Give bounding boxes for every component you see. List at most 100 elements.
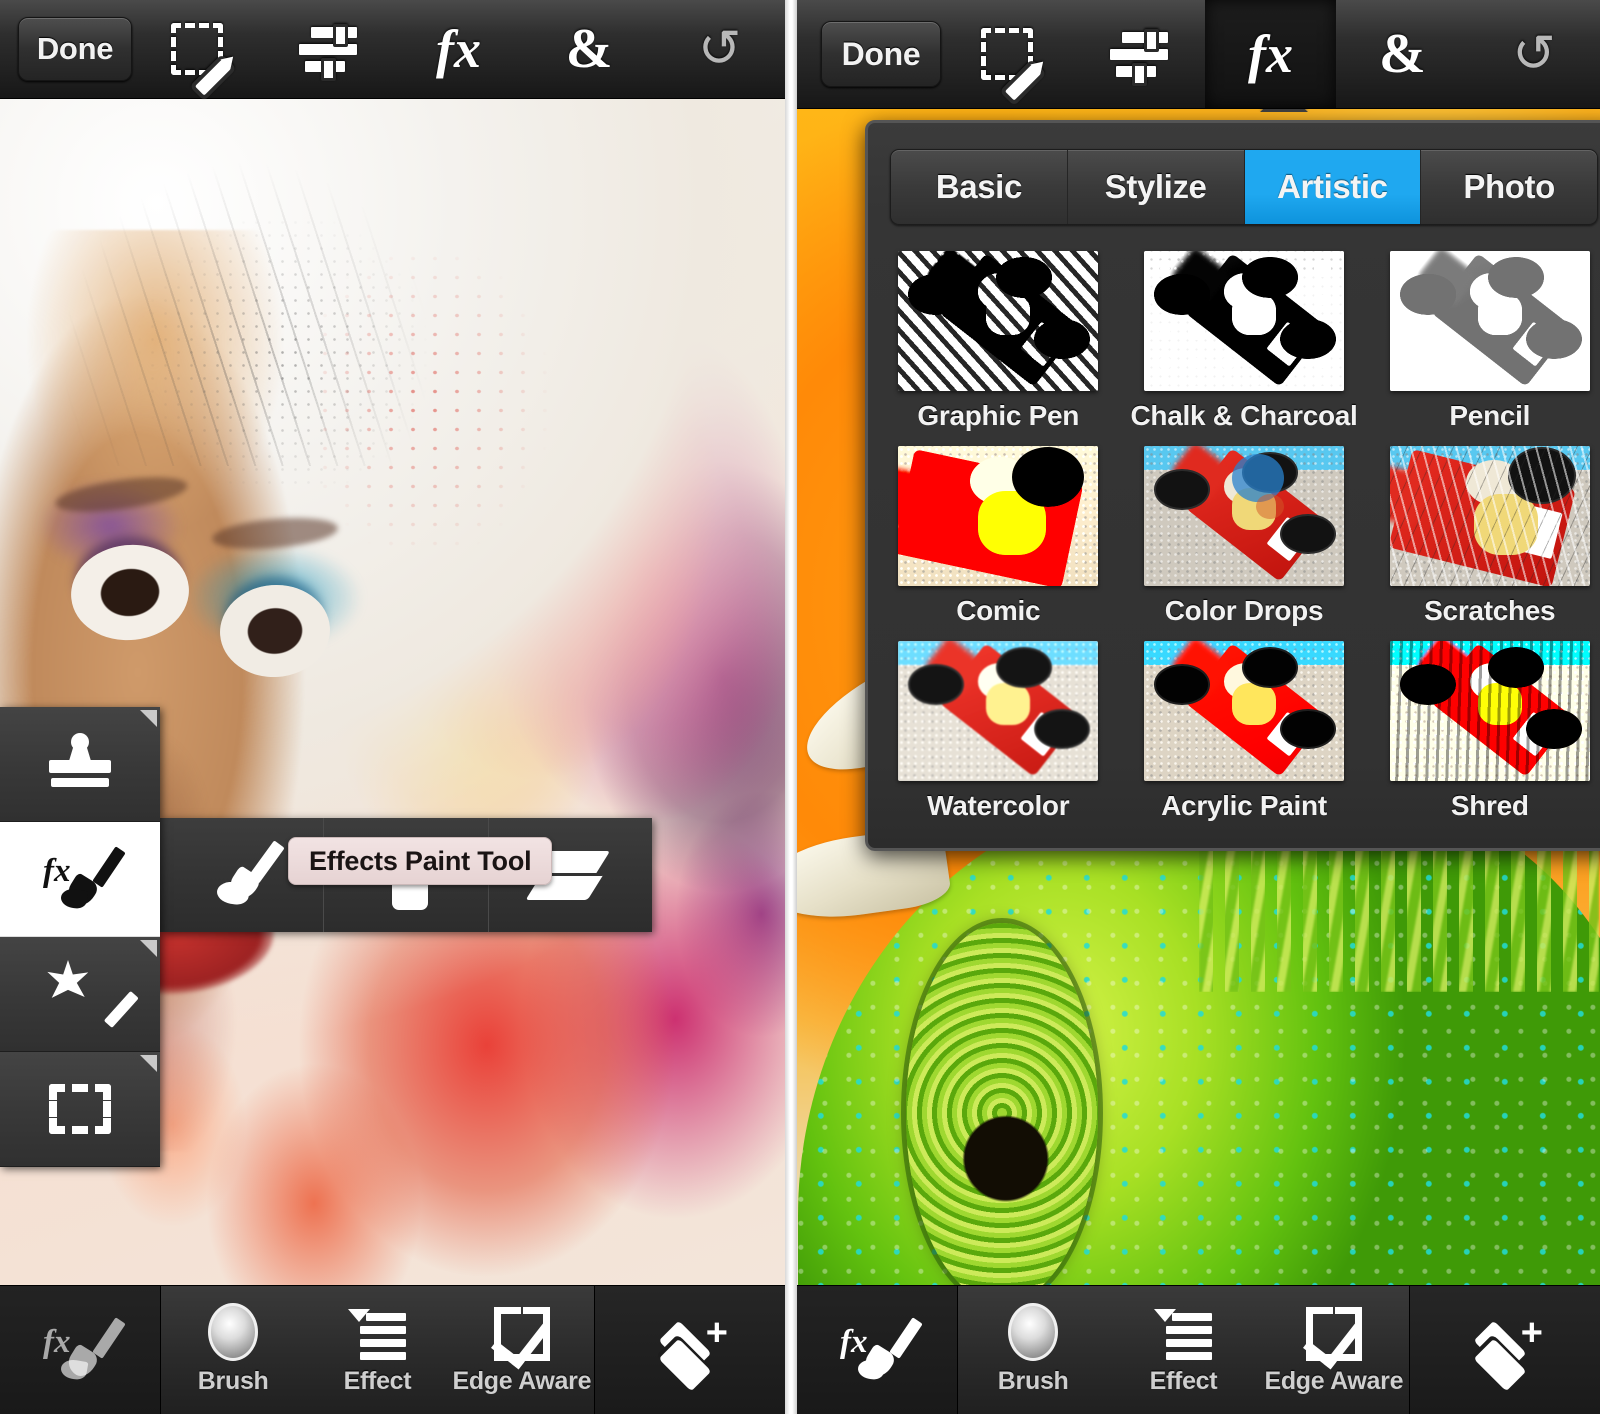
ampersand-icon: & (566, 21, 613, 77)
tab-photo[interactable]: Photo (1421, 150, 1597, 224)
thumb-art (898, 446, 1098, 586)
effects-tool-button[interactable]: fx (1205, 0, 1337, 108)
tab-basic[interactable]: Basic (891, 150, 1068, 224)
done-button[interactable]: Done (18, 17, 132, 81)
effect-label: Pencil (1449, 400, 1530, 432)
sliders-icon (299, 27, 357, 71)
effect-label: Comic (956, 595, 1040, 627)
fx-brush-icon: fx (43, 1318, 117, 1382)
flyout-indicator-corner (140, 710, 157, 727)
effect-item[interactable]: Scratches (1382, 446, 1598, 631)
thumb-art (1390, 251, 1590, 391)
effect-item[interactable]: Watercolor (890, 641, 1106, 826)
effect-label: Shred (1451, 790, 1529, 822)
brush-option-label: Brush (198, 1367, 269, 1396)
effect-label: Chalk & Charcoal (1130, 400, 1357, 432)
marquee-pencil-icon (171, 23, 223, 75)
magic-wand-icon (46, 960, 114, 1028)
add-ons-tool-button[interactable]: & (1336, 0, 1468, 108)
flyout-indicator-corner (140, 1055, 157, 1072)
magic-wand-tool[interactable] (0, 937, 160, 1052)
left-tool-palette: fx (0, 707, 160, 1167)
ampersand-icon: & (1379, 26, 1426, 82)
effects-tool-button[interactable]: fx (393, 0, 524, 98)
add-ons-tool-button[interactable]: & (524, 0, 655, 98)
thumb-art (1144, 251, 1344, 391)
brush-option-button[interactable]: Brush (958, 1286, 1108, 1414)
undo-arrow-icon: ↺ (698, 23, 742, 75)
effect-label: Color Drops (1165, 595, 1323, 627)
paint-brush-icon (205, 842, 279, 908)
chameleon-eye (906, 923, 1098, 1302)
edge-aware-option-button[interactable]: Edge Aware (1259, 1286, 1409, 1414)
effects-popover: Basic Stylize Artistic Photo (865, 120, 1600, 851)
effect-thumbnail-acrylic-paint (1144, 641, 1344, 781)
screenshot-divider (785, 0, 797, 1414)
selection-edit-tool-button[interactable] (941, 0, 1073, 108)
brush-size-circle-icon (208, 1303, 258, 1361)
effect-item[interactable]: Chalk & Charcoal (1130, 251, 1357, 436)
effect-thumbnail-graphic-pen (898, 251, 1098, 391)
undo-arrow-icon: ↺ (1512, 28, 1556, 80)
effects-paint-tool[interactable]: fx (0, 822, 160, 937)
add-layer-button[interactable]: + (595, 1286, 785, 1414)
add-layer-button[interactable]: + (1410, 1286, 1600, 1414)
thumb-overlay-drop (1256, 494, 1284, 519)
done-button[interactable]: Done (821, 21, 941, 87)
effect-option-button[interactable]: Effect (305, 1286, 449, 1414)
effect-item[interactable]: Shred (1382, 641, 1598, 826)
stamp-icon (49, 733, 111, 795)
adjustments-tool-button[interactable] (1073, 0, 1205, 108)
thumb-overlay (898, 251, 1098, 391)
effect-option-label: Effect (344, 1367, 412, 1396)
right-top-toolbar: Done fx & ↺ (797, 0, 1600, 109)
sliders-icon (1110, 32, 1168, 76)
clone-stamp-tool[interactable] (0, 707, 160, 822)
effect-item[interactable]: Pencil (1382, 251, 1598, 436)
add-layer-icon: + (1469, 1318, 1541, 1382)
current-tool-button[interactable]: fx (797, 1286, 958, 1414)
thumb-art (1144, 641, 1344, 781)
effect-item[interactable]: Acrylic Paint (1130, 641, 1357, 826)
adjustments-tool-button[interactable] (263, 0, 394, 98)
effect-thumbnail-scratches (1390, 446, 1590, 586)
marquee-select-tool[interactable] (0, 1052, 160, 1167)
left-screenshot: Done fx & ↺ (0, 0, 785, 1414)
effect-item[interactable]: Graphic Pen (890, 251, 1106, 436)
fx-brush-icon: fx (840, 1318, 914, 1382)
edge-aware-option-label: Edge Aware (1264, 1367, 1403, 1396)
edge-aware-option-label: Edge Aware (452, 1367, 591, 1396)
effect-item[interactable]: Color Drops (1130, 446, 1357, 631)
brush-size-circle-icon (1008, 1303, 1058, 1361)
edge-aware-check-icon (1306, 1307, 1362, 1361)
left-top-toolbar: Done fx & ↺ (0, 0, 785, 99)
effect-label: Scratches (1424, 595, 1555, 627)
effect-thumbnail-shred (1390, 641, 1590, 781)
undo-button[interactable]: ↺ (654, 0, 785, 98)
thumb-overlay (1390, 446, 1590, 586)
tool-options-group: Brush Effect Edge Aware (958, 1286, 1410, 1414)
thumb-art (898, 641, 1098, 781)
effect-item[interactable]: Comic (890, 446, 1106, 631)
effect-option-label: Effect (1150, 1367, 1218, 1396)
current-tool-button[interactable]: fx (0, 1286, 161, 1414)
paint-splatter (314, 230, 589, 572)
left-bottom-toolbar: fx Brush Effect (0, 1285, 785, 1414)
selection-edit-tool-button[interactable] (132, 0, 263, 98)
effect-thumbnail-pencil (1390, 251, 1590, 391)
edge-aware-option-button[interactable]: Edge Aware (450, 1286, 594, 1414)
brush-option-button[interactable]: Brush (161, 1286, 305, 1414)
effect-list-icon (348, 1309, 406, 1361)
tab-artistic[interactable]: Artistic (1245, 150, 1422, 224)
effects-grid: Graphic Pen Chalk & Charcoal (890, 251, 1598, 826)
effect-option-button[interactable]: Effect (1108, 1286, 1258, 1414)
effect-thumbnail-watercolor (898, 641, 1098, 781)
fx-icon: fx (1248, 27, 1293, 81)
undo-button[interactable]: ↺ (1468, 0, 1600, 108)
effect-label: Watercolor (927, 790, 1069, 822)
effect-list-icon (1154, 1309, 1212, 1361)
tab-stylize[interactable]: Stylize (1068, 150, 1245, 224)
tool-options-group: Brush Effect Edge Aware (161, 1286, 595, 1414)
edge-aware-check-icon (494, 1307, 550, 1361)
effect-thumbnail-comic (898, 446, 1098, 586)
